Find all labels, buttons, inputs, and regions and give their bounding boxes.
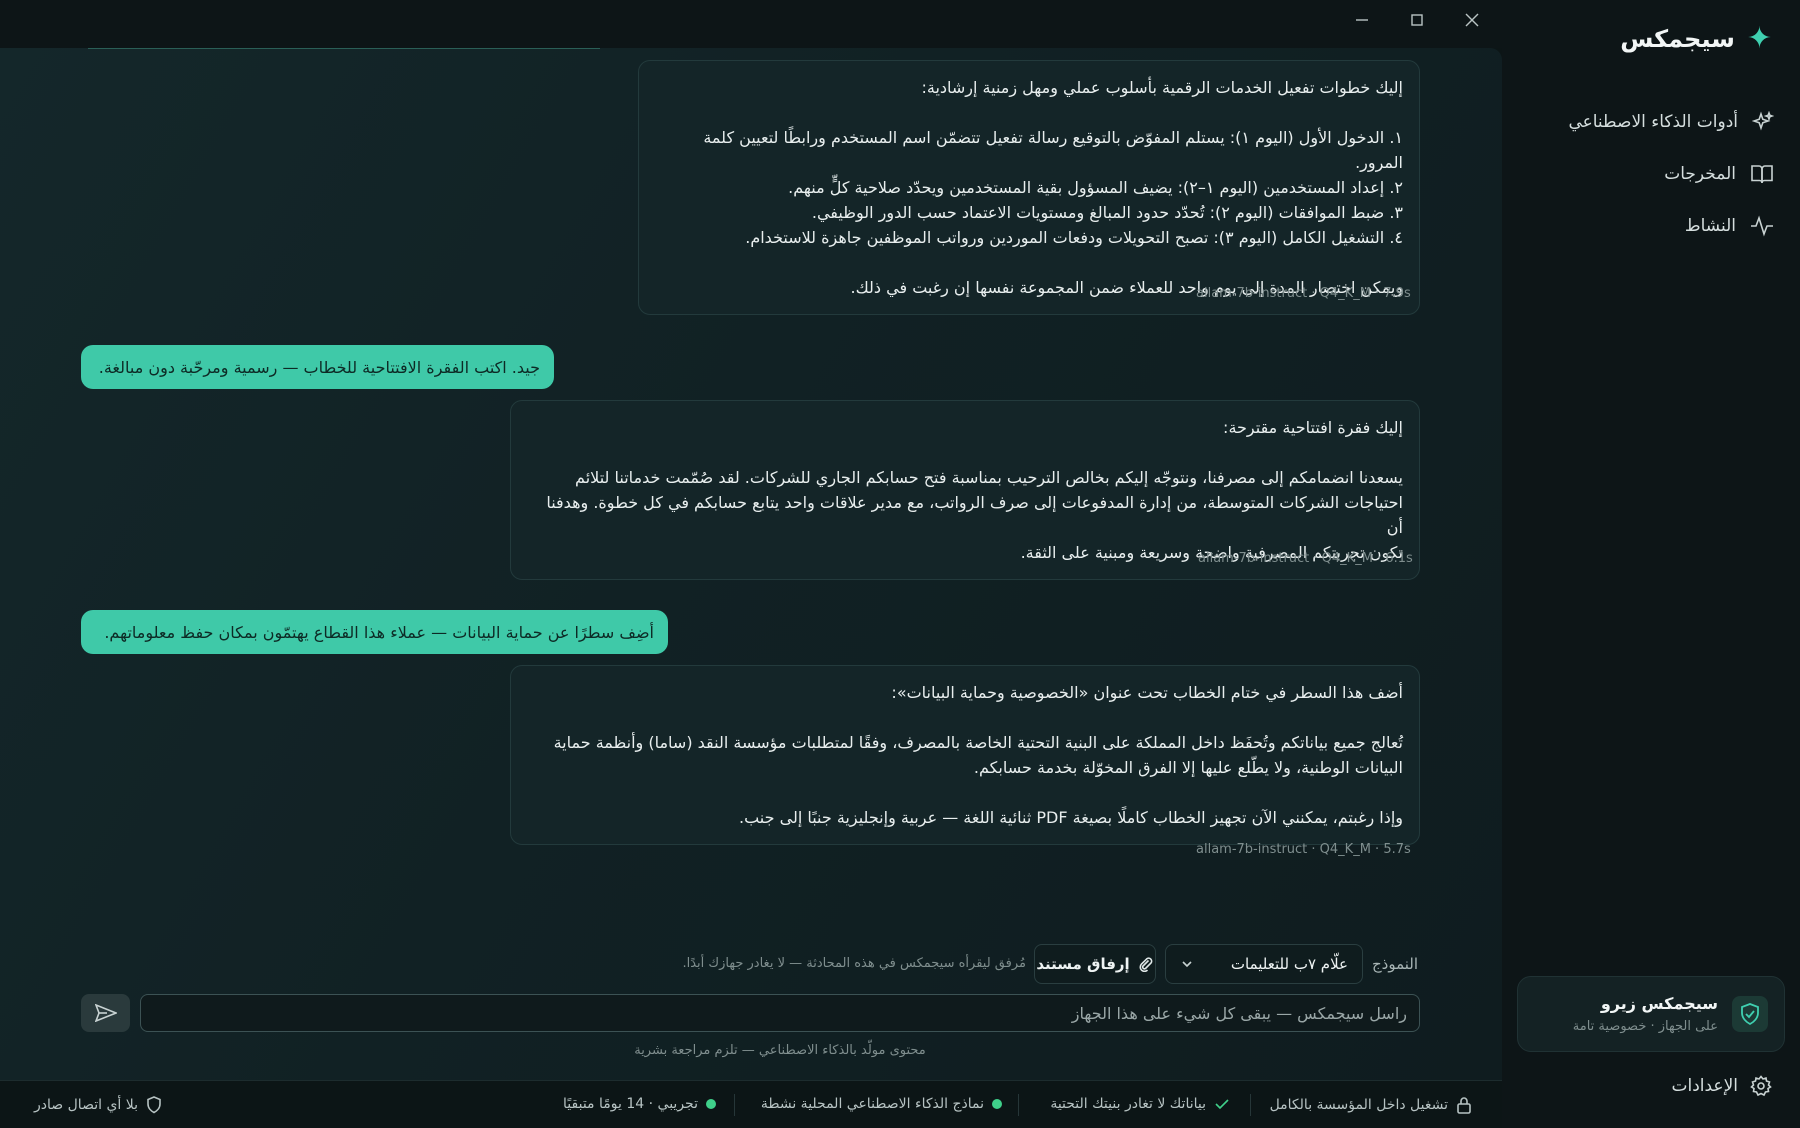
attach-document-button[interactable]: إرفاق مستند (1034, 944, 1156, 984)
window-controls (1334, 0, 1499, 40)
user-message: جيد. اكتب الفقرة الافتتاحية للخطاب — رسم… (81, 345, 554, 389)
status-separator (1018, 1094, 1019, 1116)
maximize-button[interactable] (1389, 0, 1444, 40)
chevron-down-icon (1182, 961, 1192, 968)
model-select[interactable]: علّام ٧ب للتعليمات (1165, 944, 1363, 984)
status-no-outbound-text: بلا أي اتصال صادر (34, 1097, 138, 1113)
status-trial: تجريبي · 14 يومًا متبقيًا (563, 1096, 716, 1112)
model-select-value: علّام ٧ب للتعليمات (1230, 955, 1348, 973)
message-meta: allam-7b-instruct · Q4_K_M · 7.9s (1196, 286, 1411, 301)
message-text: أضف هذا السطر في ختام الخطاب تحت عنوان «… (891, 683, 1403, 702)
message-text: إليك خطوات تفعيل الخدمات الرقمية بأسلوب … (921, 78, 1403, 97)
send-button[interactable] (81, 994, 130, 1032)
message-text: إليك فقرة افتتاحية مقترحة: (1223, 418, 1403, 437)
attach-note: مُرفق ليقرأه سيجمكس في هذه المحادثة — لا… (682, 956, 1026, 971)
status-models-active: نماذج الذكاء الاصطناعي المحلية نشطة (761, 1096, 1002, 1112)
status-dot (706, 1099, 716, 1109)
gear-icon (1750, 1075, 1772, 1097)
attach-document-label: إرفاق مستند (1036, 955, 1130, 973)
sidebar-nav: أدوات الذكاء الاصطناعي المخرجات النشاط (1568, 96, 1774, 252)
zero-card-subtitle: على الجهاز · خصوصية تامة (1572, 1019, 1718, 1034)
message-text: البيانات الوطنية، ولا يطّلع عليها إلا ال… (973, 758, 1403, 777)
settings-label: الإعدادات (1671, 1076, 1738, 1096)
sidebar-item-label: المخرجات (1664, 164, 1736, 184)
message-text: وإذا رغبتم، يمكنني الآن تجهيز الخطاب كام… (739, 808, 1403, 827)
minimize-icon (1355, 19, 1368, 21)
check-icon (1215, 1099, 1229, 1110)
user-message: أضِف سطرًا عن حماية البيانات — عملاء هذا… (81, 610, 668, 654)
sidebar-item-outputs[interactable]: المخرجات (1568, 148, 1774, 200)
close-icon (1465, 13, 1478, 27)
activity-icon (1751, 215, 1773, 237)
status-no-outbound: بلا أي اتصال صادر (34, 1096, 162, 1114)
settings-button[interactable]: الإعدادات (1671, 1075, 1772, 1097)
status-divider (0, 1080, 1502, 1081)
assistant-message: إليك خطوات تفعيل الخدمات الرقمية بأسلوب … (638, 60, 1420, 315)
message-text: يسعدنا انضمامكم إلى مصرفنا، ونتوجّه إليك… (575, 468, 1403, 487)
sidebar-item-label: النشاط (1684, 216, 1736, 236)
message-text: تُعالج جميع بياناتكم وتُحفَظ داخل المملك… (553, 733, 1403, 752)
sidebar-item-activity[interactable]: النشاط (1568, 200, 1774, 252)
message-text: ١. الدخول الأول (اليوم ١): يستلم المفوّض… (703, 128, 1403, 172)
paperclip-icon (1139, 957, 1153, 972)
status-on-prem: تشغيل داخل المؤسسة بالكامل (1270, 1096, 1472, 1114)
app-name: سيجمكس (1620, 25, 1735, 53)
status-separator (734, 1094, 735, 1116)
shield-check-icon (1732, 996, 1768, 1032)
status-on-prem-text: تشغيل داخل المؤسسة بالكامل (1269, 1097, 1448, 1113)
assistant-message: أضف هذا السطر في ختام الخطاب تحت عنوان «… (510, 665, 1420, 845)
sigmax-zero-card[interactable]: سيجمكس زيرو على الجهاز · خصوصية تامة (1517, 976, 1785, 1052)
zero-card-title: سيجمكس زيرو (1600, 994, 1718, 1013)
sparkles-icon (1752, 111, 1774, 131)
ai-disclaimer: محتوى مولّد بالذكاء الاصطناعي — تلزم مرا… (634, 1043, 926, 1058)
model-label: النموذج (1372, 955, 1419, 973)
status-models-active-text: نماذج الذكاء الاصطناعي المحلية نشطة (760, 1096, 984, 1112)
message-input[interactable] (140, 994, 1420, 1032)
message-text: ٢. إعداد المستخدمين (اليوم ١–٢): يضيف ال… (788, 178, 1403, 197)
status-separator (1250, 1094, 1251, 1116)
message-text: احتياجات الشركات المتوسطة، من إدارة المد… (546, 493, 1403, 537)
status-data-stays-text: بياناتك لا تغادر بنيتك التحتية (1050, 1096, 1206, 1112)
status-trial-text: تجريبي · 14 يومًا متبقيًا (563, 1096, 698, 1112)
top-divider (88, 48, 600, 49)
lock-icon (1457, 1097, 1471, 1114)
status-dot (992, 1099, 1002, 1109)
brand: ✦ سيجمكس (1620, 24, 1772, 54)
shield-icon (147, 1096, 161, 1114)
message-meta: allam-7b-instruct · Q4_K_M · 6.1s (1198, 551, 1413, 566)
sidebar-item-label: أدوات الذكاء الاصطناعي (1568, 112, 1738, 132)
close-button[interactable] (1444, 0, 1499, 40)
send-icon (94, 1004, 117, 1022)
zero-card-text: سيجمكس زيرو على الجهاز · خصوصية تامة (1573, 994, 1718, 1034)
message-meta: allam-7b-instruct · Q4_K_M · 5.7s (1196, 842, 1411, 857)
maximize-icon (1410, 14, 1423, 26)
message-text: ٣. ضبط الموافقات (اليوم ٢): تُحدّد حدود … (811, 203, 1403, 222)
sidebar-item-ai-tools[interactable]: أدوات الذكاء الاصطناعي (1568, 96, 1774, 148)
status-data-stays: بياناتك لا تغادر بنيتك التحتية (1050, 1096, 1230, 1112)
message-text: ٤. التشغيل الكامل (اليوم ٣): تصبح التحوي… (745, 228, 1403, 247)
sidebar: ✦ سيجمكس أدوات الذكاء الاصطناعي المخرجات… (1502, 0, 1800, 1128)
book-icon (1751, 165, 1773, 184)
sparkle-logo-icon: ✦ (1746, 21, 1772, 56)
minimize-button[interactable] (1334, 0, 1389, 40)
